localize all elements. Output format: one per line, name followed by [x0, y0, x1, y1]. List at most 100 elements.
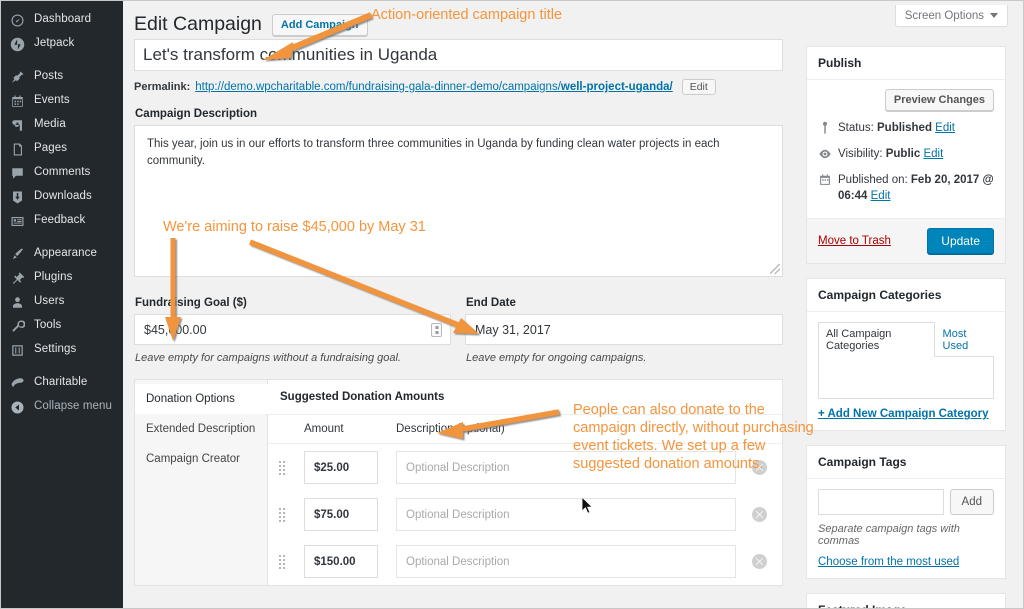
permalink-link[interactable]: http://demo.wpcharitable.com/fundraising… [195, 81, 672, 93]
screen-options-button[interactable]: Screen Options [894, 5, 1008, 27]
sidebar-item-pages[interactable]: Pages [1, 137, 123, 161]
calendar-icon [818, 173, 832, 187]
resize-handle[interactable] [770, 264, 780, 274]
download-icon [10, 190, 25, 205]
sidebar-item-downloads[interactable]: Downloads [1, 185, 123, 209]
campaign-tags-box: Campaign Tags Add Separate campaign tags… [806, 444, 1006, 579]
edit-permalink-button[interactable]: Edit [681, 79, 716, 95]
campaign-description-section: Campaign Description This year, join us … [134, 108, 794, 277]
tab-most-used[interactable]: Most Used [935, 322, 994, 357]
sidebar-item-media[interactable]: Media [1, 113, 123, 137]
chevron-down-icon [990, 13, 998, 18]
sidebar-item-label: Media [34, 118, 66, 131]
featured-image-title: Featured Image [807, 594, 1005, 608]
move-to-trash-link[interactable]: Move to Trash [818, 235, 891, 247]
suggested-donation-amounts-heading: Suggested Donation Amounts [268, 380, 782, 415]
sidebar-item-settings[interactable]: Settings [1, 338, 123, 362]
tab-all-campaign-categories[interactable]: All Campaign Categories [818, 321, 935, 357]
sidebar-item-jetpack[interactable]: Jetpack [1, 32, 123, 56]
comment-icon [10, 166, 25, 181]
end-date-hint: Leave empty for ongoing campaigns. [466, 352, 647, 364]
add-campaign-button[interactable]: Add Campaign [271, 13, 368, 37]
user-icon [10, 295, 25, 310]
sidebar-divider [1, 233, 123, 242]
edit-status-link[interactable]: Edit [935, 122, 955, 134]
sidebar-item-charitable[interactable]: Charitable [1, 371, 123, 395]
donation-amount-input[interactable]: $150.00 [304, 545, 378, 578]
donation-amount-input[interactable]: $25.00 [304, 451, 378, 484]
permalink-label: Permalink: [134, 81, 191, 93]
sidebar-item-users[interactable]: Users [1, 290, 123, 314]
campaign-categories-body: All Campaign Categories Most Used + Add … [807, 312, 1005, 430]
visibility-line: Visibility: Public Edit [818, 146, 994, 163]
fundraising-goal-input[interactable]: $45,000.00 [134, 314, 451, 345]
donation-amount-input[interactable]: $75.00 [304, 498, 378, 531]
choose-most-used-tags-link[interactable]: Choose from the most used [818, 556, 994, 568]
published-on-label: Published on: [838, 173, 908, 186]
donation-description-input[interactable]: Optional Description [396, 545, 736, 578]
sidebar-item-posts[interactable]: Posts [1, 65, 123, 89]
campaign-categories-box: Campaign Categories All Campaign Categor… [806, 277, 1006, 431]
sidebar-item-label: Collapse menu [34, 400, 113, 413]
category-checklist[interactable] [818, 356, 994, 399]
campaign-title-input[interactable] [134, 39, 783, 71]
add-new-campaign-category-link[interactable]: + Add New Campaign Category [818, 408, 994, 420]
page-title: Edit Campaign [134, 13, 262, 36]
donation-description-placeholder: Optional Description [406, 508, 510, 521]
wordpress-admin-screen: Dashboard Jetpack Posts Events Media Pag… [0, 0, 1024, 609]
side-column: Publish Preview Changes Status: Publishe… [806, 46, 1006, 608]
sidebar-item-label: Plugins [34, 271, 73, 284]
drag-handle-icon[interactable] [279, 507, 285, 522]
donation-description-input[interactable]: Optional Description [396, 498, 736, 531]
delete-row-icon[interactable] [751, 553, 767, 569]
status-line: Status: Published Edit [818, 120, 994, 137]
campaign-tags-title: Campaign Tags [807, 446, 1005, 479]
sidebar-item-appearance[interactable]: Appearance [1, 242, 123, 266]
sidebar-item-label: Posts [34, 70, 64, 83]
brush-icon [10, 247, 25, 262]
sidebar-item-dashboard[interactable]: Dashboard [1, 8, 123, 32]
tab-donation-options[interactable]: Donation Options [135, 384, 268, 414]
preview-changes-button[interactable]: Preview Changes [884, 89, 994, 112]
sidebar-item-collapse-menu[interactable]: Collapse menu [1, 395, 123, 419]
number-stepper-icon[interactable] [431, 322, 442, 337]
preview-row: Preview Changes [818, 89, 994, 112]
sidebar-item-comments[interactable]: Comments [1, 161, 123, 185]
vertical-tab-list: Donation Options Extended Description Ca… [135, 380, 268, 585]
update-button[interactable]: Update [927, 227, 994, 254]
edit-visibility-link[interactable]: Edit [923, 148, 943, 160]
pin-icon [10, 70, 25, 85]
end-date-value: May 31, 2017 [475, 322, 551, 337]
drag-handle-icon[interactable] [279, 554, 285, 569]
donation-description-input[interactable]: Optional Description [396, 451, 736, 484]
column-description: Description (optional) [384, 415, 748, 444]
delete-row-icon[interactable] [751, 459, 767, 475]
permalink-row: Permalink: http://demo.wpcharitable.com/… [134, 79, 794, 95]
sidebar-item-plugins[interactable]: Plugins [1, 266, 123, 290]
drag-handle-icon[interactable] [279, 460, 285, 475]
wrench-icon [10, 319, 25, 334]
sidebar-item-feedback[interactable]: Feedback [1, 209, 123, 233]
sidebar-item-events[interactable]: Events [1, 89, 123, 113]
plug-icon [10, 271, 25, 286]
pin-status-icon [818, 121, 832, 135]
end-date-input[interactable]: May 31, 2017 [465, 314, 783, 345]
end-date-field-group: End Date May 31, 2017 Leave empty for on… [465, 297, 783, 364]
sidebar-divider [1, 362, 123, 371]
charitable-icon [10, 376, 25, 391]
donation-amount-value: $150.00 [314, 555, 356, 568]
sidebar-item-tools[interactable]: Tools [1, 314, 123, 338]
add-tag-button[interactable]: Add [949, 488, 994, 515]
tab-campaign-creator[interactable]: Campaign Creator [135, 444, 267, 474]
mouse-cursor [582, 497, 594, 514]
publish-box-body: Preview Changes Status: Published Edit V… [807, 80, 1005, 218]
sidebar-item-label: Appearance [34, 247, 98, 260]
campaign-tags-body: Add Separate campaign tags with commas C… [807, 479, 1005, 578]
edit-published-date-link[interactable]: Edit [871, 190, 891, 202]
campaign-description-textarea[interactable]: This year, join us in our efforts to tra… [134, 125, 783, 277]
delete-row-icon[interactable] [751, 506, 767, 522]
tab-content-donation-options: Suggested Donation Amounts Amount Descri… [268, 380, 782, 585]
tab-extended-description[interactable]: Extended Description [135, 414, 267, 444]
campaign-tags-input[interactable] [818, 488, 944, 515]
publish-box-title: Publish [807, 47, 1005, 80]
